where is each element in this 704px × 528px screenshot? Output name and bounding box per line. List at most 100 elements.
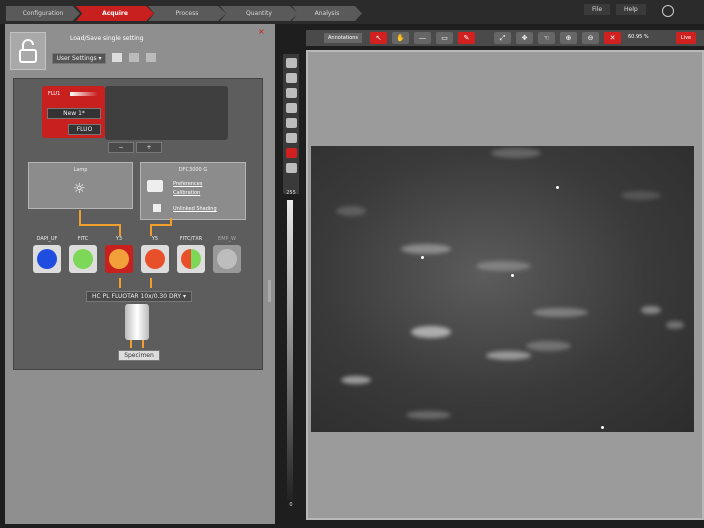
tool-icon[interactable] <box>286 58 297 68</box>
measure-icon[interactable]: ⤢ <box>494 32 511 44</box>
tool-icon[interactable] <box>286 103 297 113</box>
delete-icon[interactable] <box>129 53 139 62</box>
bright-dot <box>556 186 559 189</box>
user-settings-label: User Settings <box>56 55 97 62</box>
draw-icon[interactable]: ✎ <box>458 32 475 44</box>
tool-icon[interactable] <box>286 118 297 128</box>
tool-icon[interactable] <box>286 163 297 173</box>
cell-spot <box>621 191 661 200</box>
camera-title: DFC3000 G <box>178 167 208 173</box>
microscope-image <box>311 146 694 432</box>
workflow-bar: Configuration Acquire Process Quantity A… <box>0 0 704 24</box>
shading-checkbox[interactable] <box>153 204 161 212</box>
fluo-setting-box[interactable]: FLU1 New 1* FLUO <box>42 86 105 138</box>
filter-fitc-button[interactable] <box>69 245 97 273</box>
pan-icon[interactable]: ☜ <box>538 32 555 44</box>
slider-max-label: 255 <box>286 190 296 196</box>
cell-spot <box>666 321 684 329</box>
slider-min-label: 0 <box>289 502 293 508</box>
filter-label: DAPI_UF <box>36 236 58 242</box>
tool-icon[interactable] <box>286 73 297 83</box>
tab-quantity[interactable]: Quantity <box>220 6 298 21</box>
tab-process[interactable]: Process <box>148 6 226 21</box>
plus-button[interactable]: + <box>136 142 162 153</box>
unlinked-shading-link[interactable]: Unlinked Shading <box>173 206 217 212</box>
specimen-button[interactable]: Specimen <box>118 350 160 361</box>
lamp-box[interactable]: Lamp ☼ <box>28 162 133 209</box>
save-icon[interactable] <box>112 53 122 62</box>
light-path-line <box>170 218 172 226</box>
filter-empty-button[interactable] <box>213 245 241 273</box>
filter-color-icon <box>217 249 237 269</box>
filter-color-icon <box>181 249 201 269</box>
annotations-button[interactable]: Annotations <box>324 33 363 43</box>
light-path-line <box>119 224 121 236</box>
filter-y5-button[interactable] <box>141 245 169 273</box>
mode-dropdown[interactable]: FLUO <box>68 124 101 135</box>
tool-icon[interactable] <box>286 88 297 98</box>
close-button[interactable]: × <box>258 27 265 36</box>
filter-color-icon <box>145 249 165 269</box>
filter-label: EMP_W <box>218 236 236 242</box>
user-settings-dropdown[interactable]: User Settings ▾ <box>52 53 106 64</box>
filter-labels: DAPI_UF FITC Y3 Y5 FITC/TXR EMP_W <box>30 236 250 244</box>
filter-y3-button[interactable] <box>105 245 133 273</box>
intensity-slider[interactable] <box>287 200 293 500</box>
tab-analysis[interactable]: Analysis <box>292 6 362 21</box>
tab-configuration[interactable]: Configuration <box>6 6 80 21</box>
filter-fitc-txr-button[interactable] <box>177 245 205 273</box>
cell-spot <box>491 148 541 158</box>
objective-dropdown[interactable]: HC PL FLUOTAR 10x/0.30 DRY ▾ <box>86 291 192 302</box>
live-button[interactable]: Live <box>676 32 696 44</box>
tool-icon[interactable] <box>286 133 297 143</box>
intensity-bar[interactable] <box>70 92 98 96</box>
lock-button[interactable] <box>10 32 46 70</box>
line-icon[interactable]: — <box>414 32 431 44</box>
bright-dot <box>511 274 514 277</box>
light-path-line <box>142 340 144 348</box>
menu-help[interactable]: Help <box>616 4 646 15</box>
lamp-label: Lamp <box>73 167 88 173</box>
zoom-level: 60.95 % <box>628 34 649 40</box>
cell-spot <box>526 341 571 351</box>
tool-icon-active[interactable] <box>286 148 297 158</box>
hand-icon[interactable]: ✋ <box>392 32 409 44</box>
filter-label: Y3 <box>115 236 123 242</box>
minus-button[interactable]: − <box>108 142 134 153</box>
light-path-line <box>150 278 152 288</box>
objective-label: HC PL FLUOTAR 10x/0.30 DRY <box>92 293 182 300</box>
filter-color-icon <box>37 249 57 269</box>
tab-acquire[interactable]: Acquire <box>76 6 154 21</box>
menu-file[interactable]: File <box>584 4 611 15</box>
move-icon[interactable]: ✥ <box>516 32 533 44</box>
cell-spot <box>401 244 451 254</box>
cell-spot <box>476 261 531 271</box>
cell-spot <box>336 206 366 216</box>
filter-label: FITC <box>77 236 89 242</box>
pointer-icon[interactable]: ↖ <box>370 32 387 44</box>
cell-spot <box>533 308 588 317</box>
cell-spot <box>486 351 531 360</box>
calibration-link[interactable]: Calibration <box>173 190 200 196</box>
zoom-in-icon[interactable]: ⊕ <box>560 32 577 44</box>
vertical-toolbar <box>283 54 299 194</box>
objective-icon <box>125 304 149 340</box>
cell-spot <box>411 326 451 338</box>
light-path-line <box>150 224 170 226</box>
fluo-name: FLU1 <box>48 91 61 97</box>
panel-splitter[interactable] <box>268 280 271 302</box>
undo-icon[interactable] <box>146 53 156 62</box>
fit-icon[interactable]: ✕ <box>604 32 621 44</box>
zoom-out-icon[interactable]: ⊖ <box>582 32 599 44</box>
new-setting-dropdown[interactable]: New 1* <box>47 108 101 119</box>
setting-preview <box>105 86 228 140</box>
cell-spot <box>406 411 451 419</box>
bright-dot <box>421 256 424 259</box>
settings-icon[interactable] <box>662 5 674 17</box>
rectangle-icon[interactable]: ▭ <box>436 32 453 44</box>
preferences-link[interactable]: Preferences <box>173 181 202 187</box>
filter-dapi-button[interactable] <box>33 245 61 273</box>
camera-box[interactable]: DFC3000 G Preferences Calibration Unlink… <box>140 162 246 220</box>
light-path-line <box>79 224 119 226</box>
unlock-icon <box>19 39 37 63</box>
